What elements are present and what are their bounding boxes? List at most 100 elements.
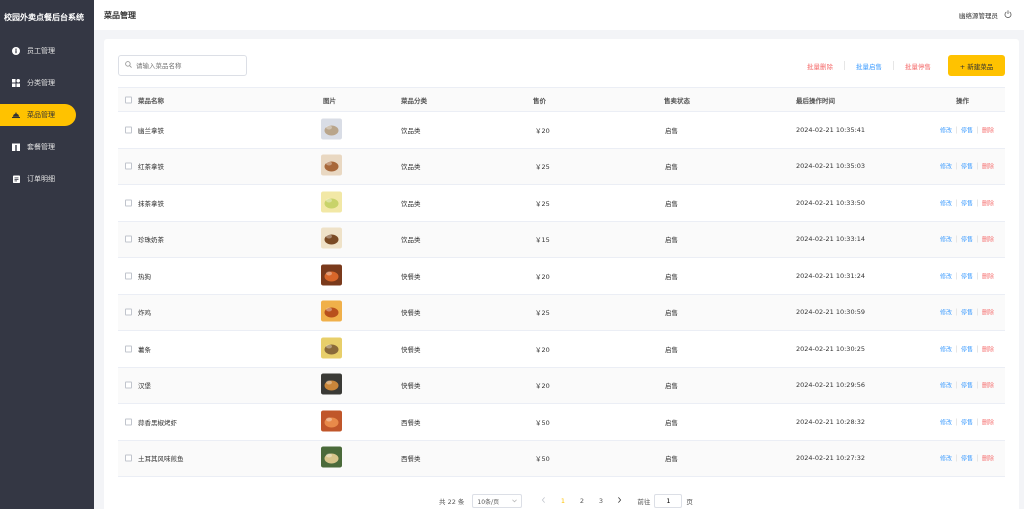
column-header-name: 菜品名称 <box>138 96 164 105</box>
row-checkbox[interactable] <box>125 272 132 280</box>
delete-button[interactable]: 删除 <box>978 308 998 317</box>
goto-label: 前往 <box>637 498 651 506</box>
main-panel: 批量删除 批量启售 批量停售 + 新建菜品 菜品名称 图片 菜品分类 售价 售卖… <box>104 39 1019 509</box>
edit-button[interactable]: 修改 <box>936 125 956 134</box>
page-button-1[interactable]: 1 <box>553 497 572 505</box>
dish-category: 西餐类 <box>401 455 421 464</box>
disable-button[interactable]: 停售 <box>957 235 977 244</box>
row-checkbox[interactable] <box>125 454 132 462</box>
batch-delete-button[interactable]: 批量删除 <box>796 61 844 71</box>
delete-button[interactable]: 删除 <box>978 271 998 280</box>
dish-thumbnail <box>321 373 342 397</box>
dish-price: ￥15 <box>535 236 550 245</box>
dish-price: ￥25 <box>535 309 550 318</box>
chevron-down-icon <box>512 498 518 505</box>
row-actions: 修改 停售 删除 <box>936 235 998 244</box>
dish-update-time: 2024-02-21 10:28:32 <box>796 417 866 426</box>
dish-update-time: 2024-02-21 10:30:59 <box>796 308 866 317</box>
dish-thumbnail <box>321 410 342 433</box>
edit-button[interactable]: 修改 <box>936 308 956 317</box>
new-dish-button[interactable]: + 新建菜品 <box>948 55 1005 76</box>
disable-button[interactable]: 停售 <box>957 417 977 426</box>
category-icon <box>12 79 20 87</box>
goto-page: 前往 页 <box>637 494 693 508</box>
edit-button[interactable]: 修改 <box>936 235 956 244</box>
row-checkbox[interactable] <box>125 308 132 316</box>
prev-page-button[interactable] <box>534 497 553 505</box>
disable-button[interactable]: 停售 <box>957 198 977 207</box>
row-checkbox[interactable] <box>125 418 132 426</box>
dish-category: 饮品类 <box>401 126 421 135</box>
power-icon[interactable] <box>1004 10 1012 20</box>
row-checkbox[interactable] <box>125 126 132 134</box>
row-checkbox[interactable] <box>125 235 132 243</box>
sidebar-item-employee[interactable]: 员工管理 <box>0 40 94 62</box>
sidebar-item-order[interactable]: 订单明细 <box>0 168 94 190</box>
dish-thumbnail <box>321 337 342 360</box>
dish-update-time: 2024-02-21 10:33:14 <box>796 235 866 244</box>
user-area: 幽络源管理员 <box>959 10 1012 20</box>
pagination: 共 22 条 10条/页 1 2 3 前往 页 <box>439 494 693 508</box>
sidebar-item-setmeal[interactable]: 套餐管理 <box>0 136 94 158</box>
disable-button[interactable]: 停售 <box>957 271 977 280</box>
delete-button[interactable]: 删除 <box>978 125 998 134</box>
table-row: 蒜香黑椒烤虾 西餐类 ￥50 启售 2024-02-21 10:28:32 修改… <box>118 404 1005 441</box>
delete-button[interactable]: 删除 <box>978 417 998 426</box>
delete-button[interactable]: 删除 <box>978 454 998 463</box>
disable-button[interactable]: 停售 <box>957 308 977 317</box>
delete-button[interactable]: 删除 <box>978 198 998 207</box>
user-name[interactable]: 幽络源管理员 <box>959 10 998 20</box>
dish-category: 饮品类 <box>401 199 421 208</box>
edit-button[interactable]: 修改 <box>936 162 956 171</box>
dish-name: 抹茶拿铁 <box>138 199 164 208</box>
dish-thumbnail <box>321 446 342 470</box>
sidebar-item-label: 员工管理 <box>27 47 55 55</box>
page-size-select[interactable]: 10条/页 <box>472 494 523 508</box>
sidebar-item-dish[interactable]: 菜品管理 <box>0 104 76 126</box>
page-title: 菜品管理 <box>104 10 136 20</box>
delete-button[interactable]: 删除 <box>978 235 998 244</box>
delete-button[interactable]: 删除 <box>978 162 998 171</box>
dish-status: 启售 <box>665 309 678 318</box>
page-button-3[interactable]: 3 <box>591 497 610 505</box>
dish-category: 西餐类 <box>401 418 421 427</box>
row-checkbox[interactable] <box>125 199 132 207</box>
edit-button[interactable]: 修改 <box>936 271 956 280</box>
edit-button[interactable]: 修改 <box>936 344 956 353</box>
disable-button[interactable]: 停售 <box>957 162 977 171</box>
sidebar-item-category[interactable]: 分类管理 <box>0 72 94 94</box>
page-button-2[interactable]: 2 <box>572 497 591 505</box>
select-all-checkbox[interactable] <box>125 96 132 103</box>
disable-button[interactable]: 停售 <box>957 344 977 353</box>
dish-price: ￥20 <box>535 382 550 391</box>
column-header-category: 菜品分类 <box>401 96 427 105</box>
app-title: 校园外卖点餐后台系统 <box>4 13 84 22</box>
dish-icon <box>12 111 20 119</box>
total-count: 共 22 条 <box>439 498 465 506</box>
next-page-button[interactable] <box>610 497 629 505</box>
search-box[interactable] <box>118 55 247 76</box>
disable-button[interactable]: 停售 <box>957 381 977 390</box>
edit-button[interactable]: 修改 <box>936 454 956 463</box>
sidebar-item-label: 菜品管理 <box>27 111 55 119</box>
dish-update-time: 2024-02-21 10:33:50 <box>796 198 866 207</box>
search-input[interactable] <box>136 61 236 70</box>
edit-button[interactable]: 修改 <box>936 381 956 390</box>
delete-button[interactable]: 删除 <box>978 344 998 353</box>
row-checkbox[interactable] <box>125 381 132 389</box>
delete-button[interactable]: 删除 <box>978 381 998 390</box>
row-checkbox[interactable] <box>125 162 132 170</box>
disable-button[interactable]: 停售 <box>957 125 977 134</box>
column-header-price: 售价 <box>533 96 546 105</box>
dish-name: 炸鸡 <box>138 309 151 318</box>
goto-page-input[interactable] <box>654 494 683 508</box>
dish-status: 启售 <box>665 345 678 354</box>
batch-disable-button[interactable]: 批量停售 <box>894 61 942 71</box>
row-checkbox[interactable] <box>125 345 132 353</box>
row-actions: 修改 停售 删除 <box>936 125 998 134</box>
disable-button[interactable]: 停售 <box>957 454 977 463</box>
edit-button[interactable]: 修改 <box>936 417 956 426</box>
edit-button[interactable]: 修改 <box>936 198 956 207</box>
dish-category: 饮品类 <box>401 163 421 172</box>
batch-enable-button[interactable]: 批量启售 <box>845 61 893 71</box>
